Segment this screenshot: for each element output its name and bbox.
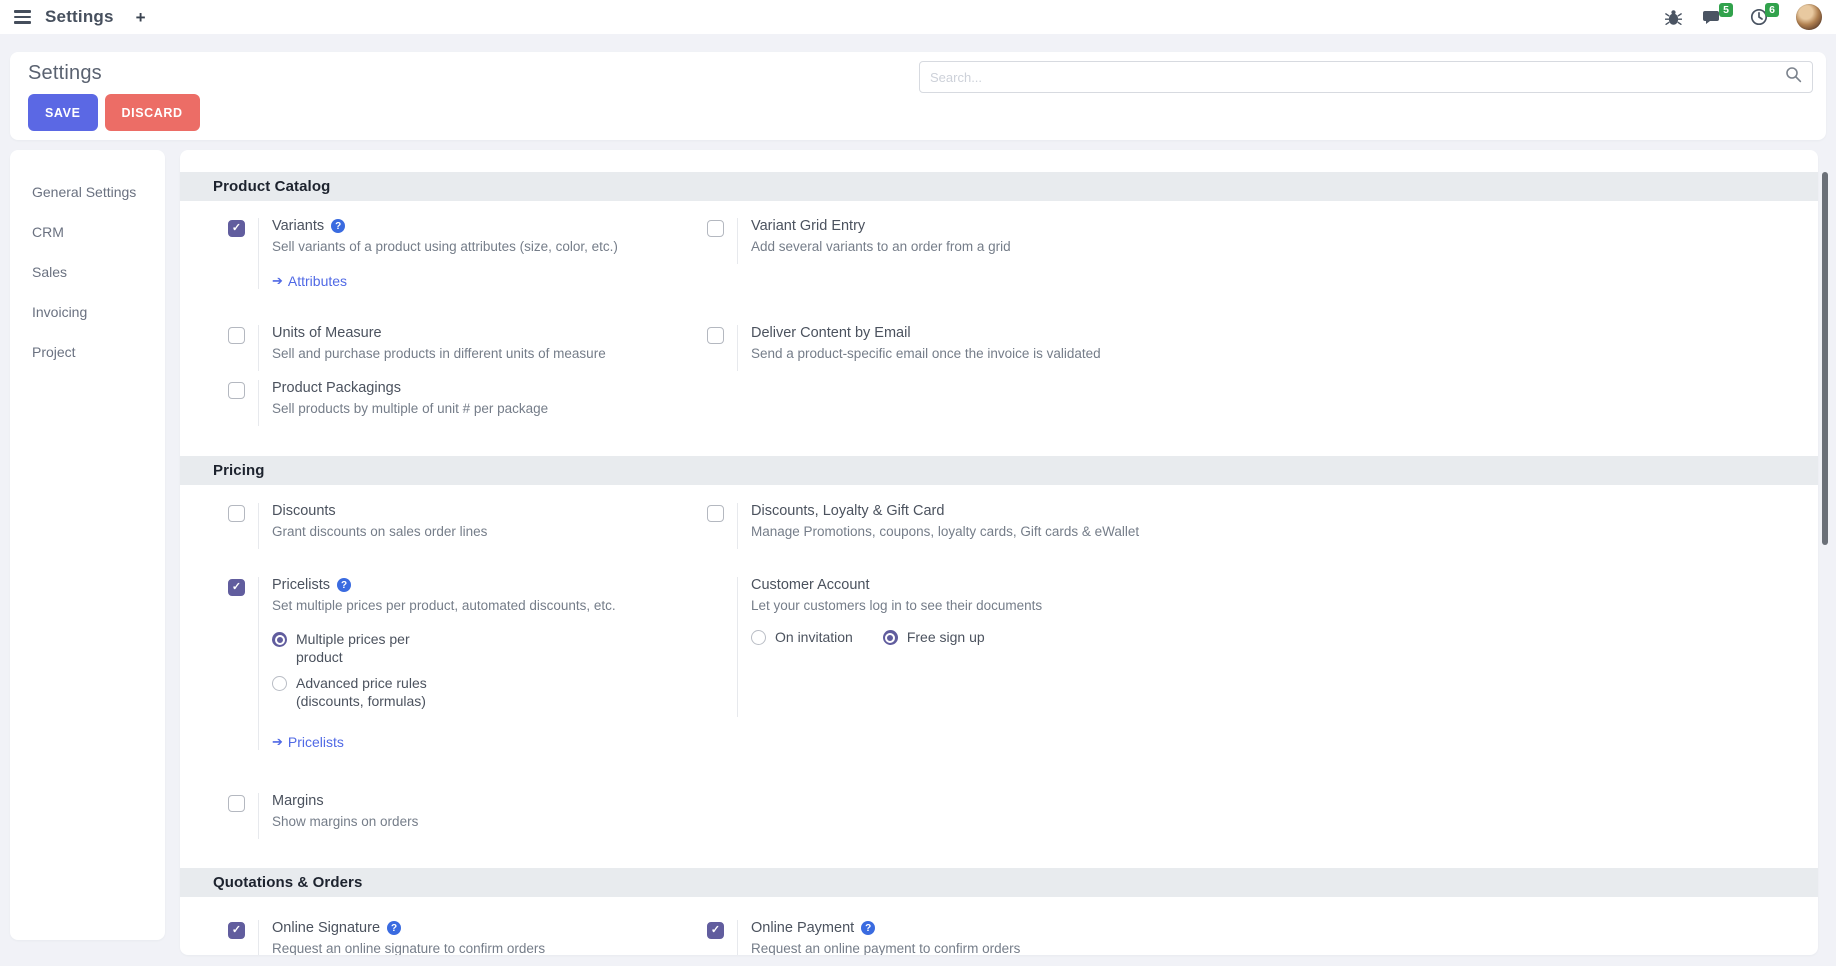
setting-discounts-loyalty-gift-card: Discounts, Loyalty & Gift Card Manage Pr… [707,503,1267,549]
settings-sidebar: General Settings CRM Sales Invoicing Pro… [10,150,165,940]
setting-label: Variants [272,218,324,234]
setting-label: Deliver Content by Email [751,325,911,341]
section-header-product-catalog: Product Catalog [180,172,1818,201]
setting-label: Discounts [272,503,336,519]
sidebar-item-general-settings[interactable]: General Settings [10,172,165,212]
setting-description: Sell variants of a product using attribu… [272,238,618,256]
sidebar-item-sales[interactable]: Sales [10,252,165,292]
section-header-quotations-orders: Quotations & Orders [180,868,1818,897]
online-signature-checkbox[interactable] [228,922,245,939]
setting-label: Product Packagings [272,380,401,396]
search-bar[interactable] [919,61,1813,93]
setting-description: Add several variants to an order from a … [751,238,1011,256]
setting-description: Send a product-specific email once the i… [751,345,1101,363]
online-payment-checkbox[interactable] [707,922,724,939]
sidebar-item-project[interactable]: Project [10,332,165,372]
arrow-right-icon: ➔ [272,273,283,289]
setting-margins: Margins Show margins on orders [228,793,668,839]
setting-label: Units of Measure [272,325,382,341]
activities-clock-icon[interactable]: 6 [1750,8,1768,26]
activities-count-badge: 6 [1765,3,1779,17]
app-title[interactable]: Settings [45,7,114,27]
setting-pricelists: Pricelists ? Set multiple prices per pro… [228,577,688,750]
setting-description: Grant discounts on sales order lines [272,523,487,541]
setting-discounts: Discounts Grant discounts on sales order… [228,503,668,549]
setting-description: Show margins on orders [272,813,418,831]
setting-label: Discounts, Loyalty & Gift Card [751,503,944,519]
help-icon: ? [331,219,345,233]
setting-description: Set multiple prices per product, automat… [272,597,616,615]
radio-on-invitation[interactable]: On invitation [751,629,853,647]
top-navbar: Settings + 5 6 [0,0,1836,34]
plus-icon[interactable]: + [136,9,146,26]
loyalty-checkbox[interactable] [707,505,724,522]
radio-free-sign-up[interactable]: Free sign up [883,629,985,647]
uom-checkbox[interactable] [228,327,245,344]
discounts-checkbox[interactable] [228,505,245,522]
radio-button[interactable] [751,630,766,645]
discard-button[interactable]: DISCARD [105,94,200,131]
save-button[interactable]: SAVE [28,94,98,131]
setting-label: Variant Grid Entry [751,218,865,234]
radio-button[interactable] [272,632,287,647]
messages-icon[interactable]: 5 [1702,8,1722,26]
margins-checkbox[interactable] [228,795,245,812]
control-panel: Settings SAVE DISCARD [10,52,1826,140]
setting-label: Online Signature [272,920,380,936]
setting-deliver-content-by-email: Deliver Content by Email Send a product-… [707,325,1267,371]
radio-button[interactable] [272,676,287,691]
setting-customer-account: Customer Account Let your customers log … [707,577,1267,717]
arrow-right-icon: ➔ [272,734,283,750]
help-icon: ? [387,921,401,935]
setting-variant-grid-entry: Variant Grid Entry Add several variants … [707,218,1267,264]
setting-label: Margins [272,793,324,809]
bug-icon[interactable] [1665,9,1682,26]
sidebar-item-invoicing[interactable]: Invoicing [10,292,165,332]
setting-label: Online Payment [751,920,854,936]
setting-units-of-measure: Units of Measure Sell and purchase produ… [228,325,668,371]
packagings-checkbox[interactable] [228,382,245,399]
attributes-link[interactable]: ➔ Attributes [272,273,618,289]
help-icon: ? [861,921,875,935]
setting-label: Pricelists [272,577,330,593]
variant-grid-checkbox[interactable] [707,220,724,237]
radio-advanced-price-rules[interactable]: Advanced price rules (discounts, formula… [272,675,616,710]
setting-description: Let your customers log in to see their d… [751,597,1042,615]
radio-button[interactable] [883,630,898,645]
deliver-email-checkbox[interactable] [707,327,724,344]
messages-count-badge: 5 [1719,3,1733,17]
variants-checkbox[interactable] [228,220,245,237]
setting-description: Sell and purchase products in different … [272,345,606,363]
vertical-scrollbar[interactable] [1822,172,1828,545]
setting-online-signature: Online Signature ? Request an online sig… [228,920,668,955]
pricelists-link[interactable]: ➔ Pricelists [272,734,616,750]
help-icon: ? [337,578,351,592]
setting-description: Request an online payment to confirm ord… [751,940,1020,955]
section-header-pricing: Pricing [180,456,1818,485]
setting-product-packagings: Product Packagings Sell products by mult… [228,380,668,426]
sidebar-item-crm[interactable]: CRM [10,212,165,252]
pricelists-checkbox[interactable] [228,579,245,596]
page-title: Settings [28,62,102,85]
setting-description: Sell products by multiple of unit # per … [272,400,548,418]
setting-online-payment: Online Payment ? Request an online payme… [707,920,1267,955]
setting-description: Manage Promotions, coupons, loyalty card… [751,523,1139,541]
search-input[interactable] [930,70,1785,85]
settings-content: Product Catalog Variants ? Sell variants… [180,150,1818,955]
setting-variants: Variants ? Sell variants of a product us… [228,218,668,289]
setting-description: Request an online signature to confirm o… [272,940,545,955]
setting-label: Customer Account [751,577,869,593]
user-avatar[interactable] [1796,4,1822,30]
hamburger-menu-icon[interactable] [14,10,31,24]
radio-multiple-prices-per-product[interactable]: Multiple prices per product [272,631,616,666]
search-icon[interactable] [1785,66,1802,88]
